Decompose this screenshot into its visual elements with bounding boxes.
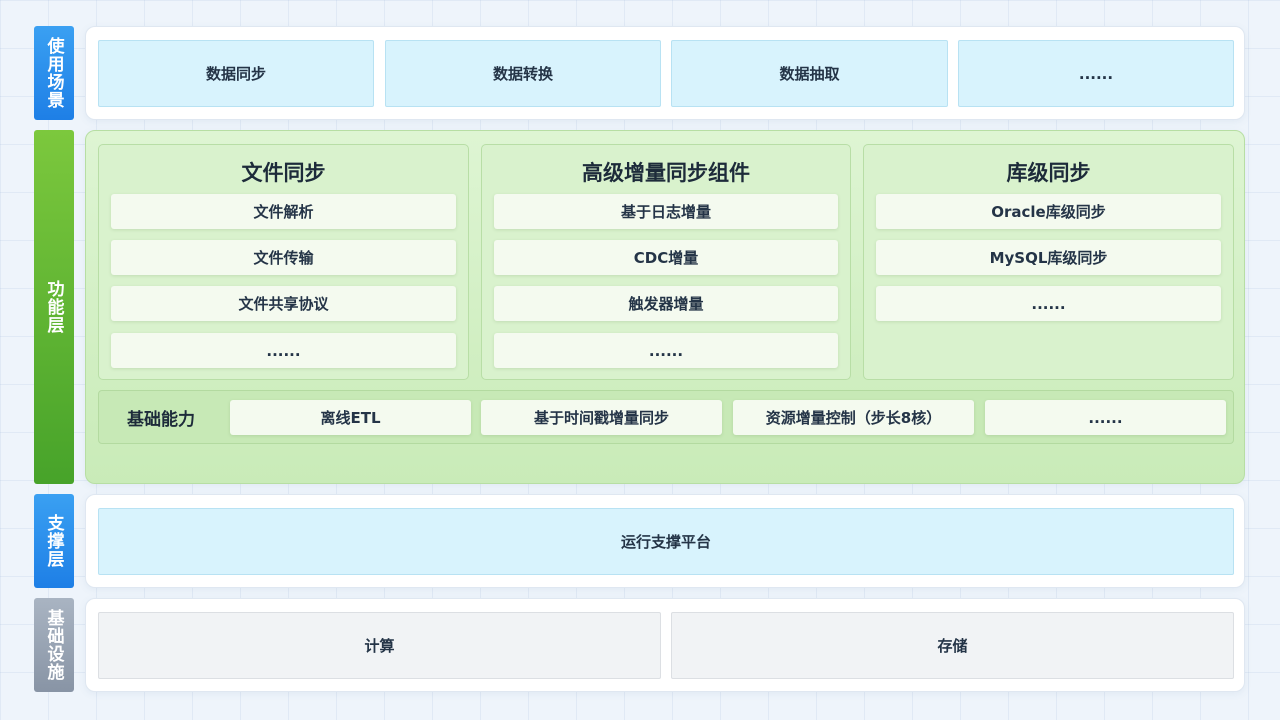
list-item[interactable]: ...... — [111, 333, 456, 368]
infra-item-storage[interactable]: 存储 — [671, 612, 1234, 679]
layer-label-usage: 使用场景 — [34, 26, 74, 120]
list-item[interactable]: 文件解析 — [111, 194, 456, 229]
function-column-file-sync: 文件同步 文件解析 文件传输 文件共享协议 ...... — [98, 144, 469, 380]
list-item[interactable]: CDC增量 — [494, 240, 838, 275]
usage-item-data-sync[interactable]: 数据同步 — [98, 40, 374, 107]
layer-label-function: 功能层 — [34, 130, 74, 484]
support-panel: 运行支撑平台 — [85, 494, 1245, 588]
infra-panel: 计算 存储 — [85, 598, 1245, 692]
usage-item-data-transform[interactable]: 数据转换 — [385, 40, 661, 107]
basic-item-offline-etl[interactable]: 离线ETL — [230, 400, 471, 435]
list-item[interactable]: Oracle库级同步 — [876, 194, 1221, 229]
support-item-runtime-platform[interactable]: 运行支撑平台 — [98, 508, 1234, 575]
list-item[interactable]: 文件共享协议 — [111, 286, 456, 321]
list-item[interactable]: ...... — [494, 333, 838, 368]
basic-item-more[interactable]: ...... — [985, 400, 1226, 435]
layer-label-support: 支撑层 — [34, 494, 74, 588]
function-column-db-sync: 库级同步 Oracle库级同步 MySQL库级同步 ...... — [863, 144, 1234, 380]
usage-item-data-extract[interactable]: 数据抽取 — [671, 40, 948, 107]
basic-item-timestamp-sync[interactable]: 基于时间戳增量同步 — [481, 400, 722, 435]
column-title: 库级同步 — [1006, 161, 1091, 185]
list-item[interactable]: ...... — [876, 286, 1221, 321]
usage-panel: 数据同步 数据转换 数据抽取 ...... — [85, 26, 1245, 120]
function-panel: 文件同步 文件解析 文件传输 文件共享协议 ...... 高级增量同步组件 基于… — [85, 130, 1245, 484]
infra-item-compute[interactable]: 计算 — [98, 612, 661, 679]
basic-capabilities-label: 基础能力 — [127, 409, 195, 430]
usage-item-more[interactable]: ...... — [958, 40, 1234, 107]
basic-capabilities-row: 基础能力 离线ETL 基于时间戳增量同步 资源增量控制（步长8核） ...... — [98, 390, 1234, 444]
column-title: 文件同步 — [241, 161, 326, 185]
list-item[interactable]: 文件传输 — [111, 240, 456, 275]
layer-label-infra: 基础设施 — [34, 598, 74, 692]
function-column-incremental-sync: 高级增量同步组件 基于日志增量 CDC增量 触发器增量 ...... — [481, 144, 851, 380]
basic-item-resource-control[interactable]: 资源增量控制（步长8核） — [733, 400, 974, 435]
column-title: 高级增量同步组件 — [582, 161, 750, 185]
list-item[interactable]: 触发器增量 — [494, 286, 838, 321]
list-item[interactable]: 基于日志增量 — [494, 194, 838, 229]
list-item[interactable]: MySQL库级同步 — [876, 240, 1221, 275]
